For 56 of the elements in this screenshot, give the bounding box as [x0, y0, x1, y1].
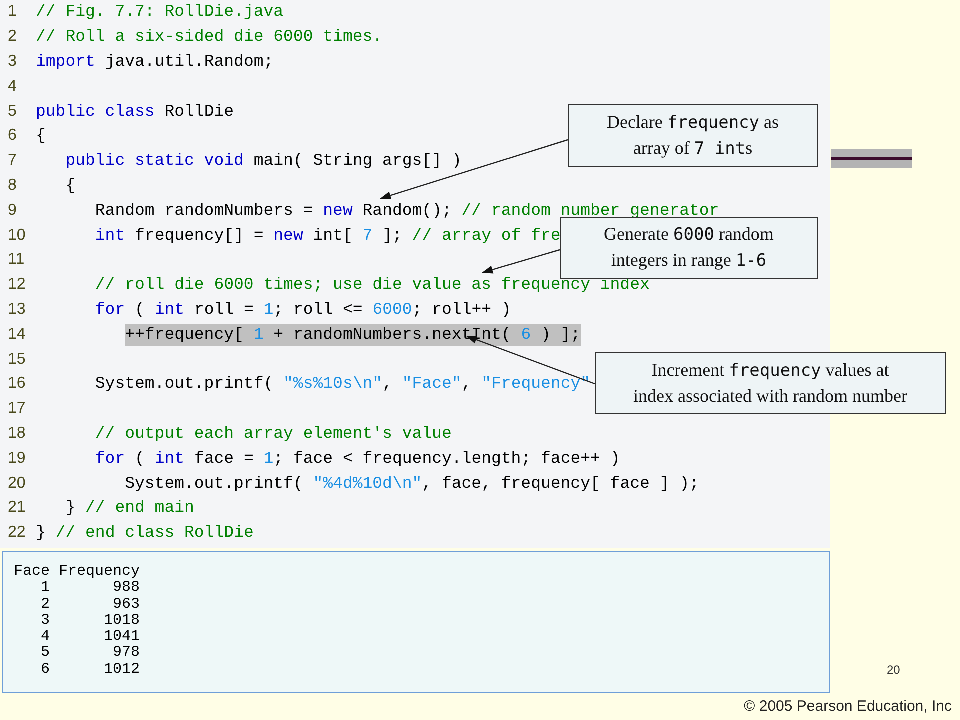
line-number: 22	[7, 523, 27, 544]
code-line: int frequency[] = new int[ 7 ]; // array of fre	[95, 224, 561, 247]
output-value: 6	[40, 662, 50, 678]
line-number: 12	[7, 275, 27, 296]
code-line: // output each array element's value	[95, 422, 452, 445]
code-line: import java.util.Random;	[36, 50, 274, 73]
code-line: public class RollDie	[36, 100, 234, 123]
line-number: 16	[7, 374, 27, 394]
output-value: 1012	[102, 662, 140, 678]
line-number: 17	[7, 399, 27, 420]
code-line: {	[36, 125, 46, 148]
line-number: 6	[7, 126, 18, 146]
callout-note: Increment frequency values at index associated with random number	[595, 352, 946, 414]
code-line: public static void main( String args[] )	[66, 150, 462, 172]
output-value: 1	[40, 580, 50, 597]
line-number: 8	[7, 176, 18, 196]
code-line: for ( int face = 1; face < frequency.length; face++ )	[95, 448, 620, 470]
output-value: 2	[40, 596, 50, 613]
code-line: } // end class RollDie	[36, 522, 254, 544]
output-header: Face	[14, 564, 50, 580]
line-number: 3	[7, 52, 18, 72]
code-line: System.out.printf( "%4d%10d\n", face, frequency[ face ] );	[125, 472, 700, 495]
line-number: 20	[7, 474, 27, 494]
code-line: for ( int roll = 1; roll <= 6000; roll++ )	[95, 298, 512, 321]
code-line: // Roll a six-sided die 6000 times.	[36, 26, 383, 48]
code-line: // Fig. 7.7: RollDie.java	[36, 1, 284, 24]
line-number: 15	[7, 350, 27, 370]
line-number: 13	[7, 300, 27, 320]
copyright-text: © 2005 Pearson Education, Inc	[744, 697, 952, 717]
output-value: 1041	[102, 629, 140, 646]
callout-note: Generate 6000 random integers in range 1-6	[560, 217, 818, 279]
code-line: System.out.printf( "%s%10s\n", "Face", "Frequency"	[95, 373, 591, 396]
line-number: 7	[7, 151, 18, 172]
line-number: 4	[7, 76, 18, 97]
code-line: } // end main	[66, 497, 194, 520]
page-number: 20	[887, 662, 900, 679]
line-number: 21	[7, 498, 27, 518]
line-number: 19	[7, 448, 27, 469]
output-value: 5	[40, 645, 50, 662]
line-number: 5	[7, 102, 18, 122]
line-number: 1	[7, 2, 18, 22]
output-value: 4	[40, 629, 50, 646]
line-number: 2	[7, 27, 18, 48]
callout-note: Declare frequency as array of 7 ints	[568, 104, 818, 167]
output-header: Frequency	[58, 564, 140, 580]
line-number: 18	[7, 424, 27, 444]
line-number: 9	[7, 200, 18, 221]
line-number: 11	[7, 250, 26, 270]
code-line: {	[66, 174, 76, 197]
output-value: 988	[112, 580, 140, 597]
output-value: 3	[40, 612, 50, 630]
line-number: 14	[7, 324, 27, 345]
output-value: 978	[112, 645, 140, 662]
output-value: 963	[112, 596, 140, 613]
output-value: 1018	[102, 612, 140, 630]
line-number: 10	[7, 226, 27, 246]
